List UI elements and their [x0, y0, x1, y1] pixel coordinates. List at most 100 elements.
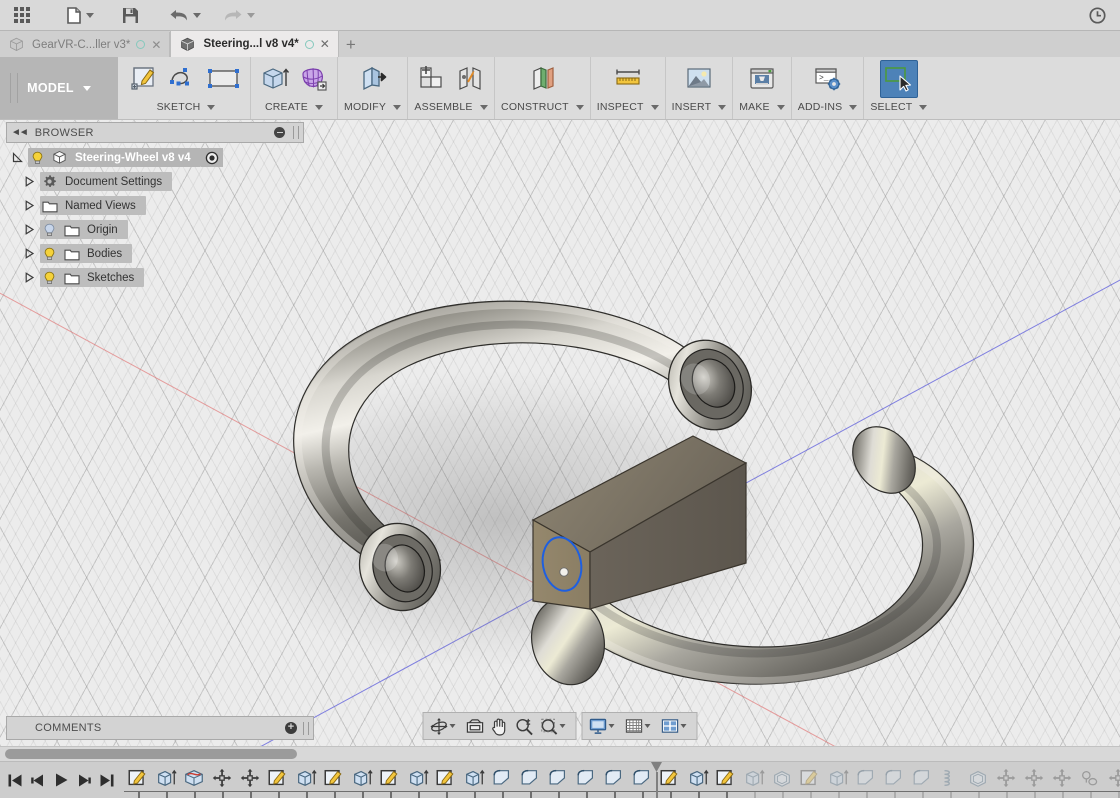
ribbon-panel-label-assemble[interactable]: ASSEMBLE	[414, 101, 488, 115]
insert-image-icon[interactable]	[681, 60, 717, 98]
expand-arrow-icon[interactable]	[18, 176, 40, 187]
lightbulb-off-icon[interactable]	[40, 220, 59, 239]
timeline-feature-fillet[interactable]	[908, 764, 936, 798]
redo-icon[interactable]	[217, 1, 261, 29]
tree-node-named-views[interactable]: Named Views	[6, 196, 304, 215]
expand-arrow-icon[interactable]	[6, 152, 28, 163]
lightbulb-on-icon[interactable]	[40, 268, 59, 287]
tree-node-root[interactable]: Steering-Wheel v8 v4	[6, 148, 304, 167]
new-document-tab-button[interactable]: +	[339, 32, 363, 57]
play-playback-icon[interactable]	[50, 765, 72, 795]
grid-snaps-icon[interactable]	[622, 714, 658, 738]
timeline-feature-move[interactable]	[236, 764, 264, 798]
horizontal-scrollbar[interactable]	[0, 746, 1120, 761]
scripts-addins-icon[interactable]: >_	[810, 60, 846, 98]
ribbon-panel-label-modify[interactable]: MODIFY	[344, 101, 402, 115]
tree-item-pill[interactable]: Sketches	[40, 268, 145, 287]
expand-arrow-icon[interactable]	[18, 272, 40, 283]
tree-item-pill[interactable]: Origin	[40, 220, 128, 239]
timeline-feature-move[interactable]	[1048, 764, 1076, 798]
timeline-feature-rigid-group[interactable]	[1076, 764, 1104, 798]
chevron-down-icon[interactable]	[449, 724, 456, 728]
extrude-icon[interactable]	[257, 60, 293, 98]
lightbulb-on-icon[interactable]	[40, 244, 59, 263]
select-cursor-icon[interactable]	[879, 60, 918, 98]
offset-plane-icon[interactable]	[524, 60, 560, 98]
timeline-feature-fillet[interactable]	[852, 764, 880, 798]
orbit-icon[interactable]	[427, 714, 463, 738]
timeline-track[interactable]	[124, 762, 1120, 798]
create-sketch-icon[interactable]	[128, 60, 164, 98]
go-to-end-icon[interactable]	[96, 765, 118, 795]
chevron-down-icon[interactable]	[644, 724, 651, 728]
add-comment-icon[interactable]: +	[285, 722, 297, 734]
ribbon-panel-label-make[interactable]: MAKE	[739, 101, 785, 115]
timeline-feature-extrude[interactable]	[824, 764, 852, 798]
tree-root-pill[interactable]: Steering-Wheel v8 v4	[28, 148, 201, 167]
document-tab-gearvr[interactable]: GearVR-C...ller v3* ✕	[0, 32, 171, 57]
tree-node-origin[interactable]: Origin	[6, 220, 304, 239]
rectangle-icon[interactable]	[204, 60, 244, 98]
expand-arrow-icon[interactable]	[18, 200, 40, 211]
timeline-feature-sweep[interactable]	[180, 764, 208, 798]
3d-print-icon[interactable]	[744, 60, 780, 98]
save-icon[interactable]	[116, 1, 145, 29]
spline-icon[interactable]	[166, 60, 202, 98]
timeline-feature-move[interactable]	[1104, 764, 1120, 798]
timeline-feature-extrude[interactable]	[684, 764, 712, 798]
timeline-feature-move[interactable]	[1020, 764, 1048, 798]
clock-icon[interactable]	[1083, 1, 1112, 29]
measure-icon[interactable]	[610, 60, 646, 98]
pan-icon[interactable]	[488, 714, 512, 738]
timeline-feature-move[interactable]	[992, 764, 1020, 798]
ribbon-panel-label-sketch[interactable]: SKETCH	[157, 101, 216, 115]
expand-arrow-icon[interactable]	[18, 248, 40, 259]
timeline-feature-fillet[interactable]	[488, 764, 516, 798]
timeline-feature-shell[interactable]	[768, 764, 796, 798]
timeline-feature-fillet[interactable]	[572, 764, 600, 798]
timeline-feature-extrude[interactable]	[460, 764, 488, 798]
form-icon[interactable]	[295, 60, 331, 98]
ribbon-panel-label-construct[interactable]: CONSTRUCT	[501, 101, 584, 115]
tree-item-pill[interactable]: Document Settings	[40, 172, 173, 191]
comments-resize-grip[interactable]	[303, 721, 309, 735]
timeline-feature-sketch[interactable]	[432, 764, 460, 798]
timeline-feature-thread[interactable]	[936, 764, 964, 798]
timeline-feature-fillet[interactable]	[880, 764, 908, 798]
timeline-feature-extrude[interactable]	[152, 764, 180, 798]
go-to-beginning-icon[interactable]	[4, 765, 26, 795]
3d-viewport[interactable]: ◄◄ BROWSER Steering-Wheel v8 v4 Document…	[0, 120, 1120, 746]
timeline-feature-sketch[interactable]	[320, 764, 348, 798]
lightbulb-on-icon[interactable]	[28, 148, 47, 167]
new-component-icon[interactable]	[414, 60, 450, 98]
timeline-feature-extrude[interactable]	[292, 764, 320, 798]
display-settings-icon[interactable]	[586, 714, 622, 738]
workspace-switcher-model[interactable]: MODEL	[0, 57, 118, 119]
tab-close-icon[interactable]: ✕	[320, 38, 330, 50]
tree-item-pill[interactable]: Named Views	[40, 196, 146, 215]
timeline-feature-extrude[interactable]	[348, 764, 376, 798]
timeline-feature-move[interactable]	[208, 764, 236, 798]
tree-item-pill[interactable]: Bodies	[40, 244, 133, 263]
collapse-left-icon[interactable]: ◄◄	[11, 127, 29, 138]
timeline-feature-sketch[interactable]	[712, 764, 740, 798]
comments-panel[interactable]: COMMENTS +	[6, 716, 314, 740]
step-forward-icon[interactable]	[73, 765, 95, 795]
activate-component-icon[interactable]	[200, 148, 223, 167]
timeline-feature-extrude[interactable]	[740, 764, 768, 798]
look-at-icon[interactable]	[463, 714, 488, 738]
minimize-icon[interactable]	[274, 127, 285, 138]
file-icon[interactable]	[61, 1, 100, 29]
tree-node-sketches[interactable]: Sketches	[6, 268, 304, 287]
timeline-feature-sketch[interactable]	[124, 764, 152, 798]
timeline-playhead-marker[interactable]	[651, 762, 662, 798]
timeline-feature-sketch[interactable]	[376, 764, 404, 798]
ribbon-panel-label-addins[interactable]: ADD-INS	[798, 101, 858, 115]
ribbon-panel-label-inspect[interactable]: INSPECT	[597, 101, 659, 115]
chevron-down-icon[interactable]	[608, 724, 615, 728]
fit-icon[interactable]	[537, 714, 573, 738]
undo-icon[interactable]	[163, 1, 207, 29]
scrollbar-thumb[interactable]	[5, 749, 297, 759]
viewports-icon[interactable]	[658, 714, 694, 738]
step-back-icon[interactable]	[27, 765, 49, 795]
